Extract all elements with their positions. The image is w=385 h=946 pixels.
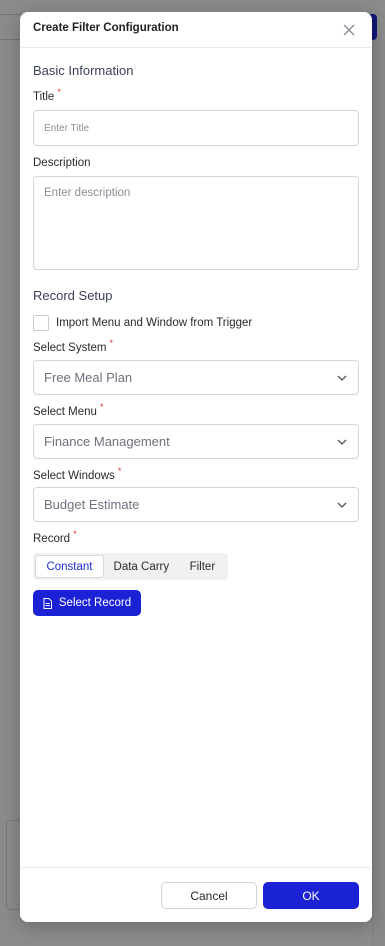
description-label: Description: [33, 157, 91, 169]
select-menu-value: Finance Management: [44, 434, 170, 449]
select-system-label: Select System *: [33, 338, 113, 354]
ok-button[interactable]: OK: [263, 882, 359, 909]
import-checkbox[interactable]: [33, 315, 49, 331]
create-filter-modal: Create Filter Configuration Basic Inform…: [20, 12, 372, 922]
select-windows-value: Budget Estimate: [44, 497, 140, 512]
title-label-text: Title: [33, 91, 55, 103]
title-label: Title *: [33, 87, 61, 103]
select-record-label: Select Record: [58, 597, 132, 609]
cancel-button[interactable]: Cancel: [161, 882, 257, 909]
modal-title: Create Filter Configuration: [33, 22, 179, 34]
close-icon: [343, 24, 355, 36]
required-marker: *: [109, 338, 114, 348]
select-menu-label-text: Select Menu: [33, 406, 97, 418]
select-record-button[interactable]: Select Record: [33, 590, 141, 616]
record-setup-heading: Record Setup: [33, 288, 113, 303]
required-marker: *: [117, 466, 122, 476]
document-icon: [43, 597, 52, 609]
description-input[interactable]: [33, 176, 359, 270]
select-menu-label: Select Menu *: [33, 402, 103, 418]
import-checkbox-row[interactable]: Import Menu and Window from Trigger: [33, 314, 252, 332]
record-label: Record *: [33, 529, 77, 545]
required-marker: *: [57, 87, 61, 97]
record-label-text: Record: [33, 533, 71, 545]
tab-constant[interactable]: Constant: [35, 555, 104, 578]
chevron-down-icon: [336, 372, 348, 384]
tab-filter[interactable]: Filter: [179, 555, 226, 578]
import-checkbox-label[interactable]: Import Menu and Window from Trigger: [56, 317, 252, 329]
title-input[interactable]: [33, 110, 359, 146]
select-windows-label-text: Select Windows: [33, 470, 115, 482]
select-system-dropdown[interactable]: Free Meal Plan: [33, 360, 359, 395]
record-mode-tabs: Constant Data Carry Filter: [33, 553, 228, 580]
modal-header: Create Filter Configuration: [20, 12, 372, 48]
select-menu-dropdown[interactable]: Finance Management: [33, 424, 359, 459]
select-system-label-text: Select System: [33, 342, 107, 354]
required-marker: *: [73, 529, 77, 539]
select-windows-dropdown[interactable]: Budget Estimate: [33, 487, 359, 522]
close-button[interactable]: [340, 21, 358, 39]
select-windows-label: Select Windows *: [33, 466, 121, 482]
chevron-down-icon: [336, 436, 348, 448]
tab-data-carry[interactable]: Data Carry: [104, 555, 179, 578]
select-system-value: Free Meal Plan: [44, 370, 133, 385]
modal-footer: Cancel OK: [20, 867, 372, 922]
basic-information-heading: Basic Information: [33, 63, 134, 78]
required-marker: *: [99, 402, 104, 412]
chevron-down-icon: [336, 499, 348, 511]
